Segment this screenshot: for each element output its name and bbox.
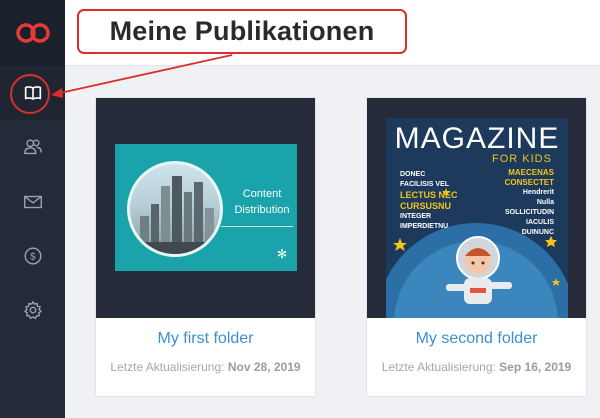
sidebar-item-settings[interactable]	[0, 283, 65, 337]
infinity-logo-icon	[15, 23, 50, 43]
magazine-subtitle: FOR KIDS	[492, 153, 552, 165]
cover-line: CURSUSNU	[400, 201, 452, 211]
cover-line: Content	[242, 188, 282, 200]
folder-card[interactable]: MAGAZINE FOR KIDS DONEC FACILISIS VEL LE…	[366, 97, 587, 397]
cover-line: FACILISIS VEL	[400, 181, 450, 188]
folder-updated: Letzte Aktualisierung: Nov 28, 2019	[96, 360, 315, 374]
cover-line: IACULIS	[526, 219, 554, 226]
updated-date: Sep 16, 2019	[499, 360, 572, 374]
cover-line: DONEC	[400, 171, 426, 178]
callout-label: Meine Publikationen	[109, 16, 375, 46]
cover-line: CONSECTET	[504, 178, 554, 187]
users-icon	[23, 139, 42, 155]
folder-title[interactable]: My first folder	[96, 330, 315, 348]
cover-line: Hendrerit	[522, 189, 554, 196]
folder-cover[interactable]: Content Distribution ✻	[96, 98, 315, 318]
gear-icon	[23, 301, 42, 320]
folder-updated: Letzte Aktualisierung: Sep 16, 2019	[367, 360, 586, 374]
dollar-icon: $	[24, 247, 41, 265]
folder-card[interactable]: Content Distribution ✻ My first folder L…	[95, 97, 316, 397]
cover-line: Distribution	[234, 204, 290, 216]
cover-line: LECTUS NEC	[400, 190, 458, 200]
publication-thumbnail: Content Distribution ✻	[115, 144, 297, 271]
annotation-callout: Meine Publikationen	[77, 9, 407, 54]
logo[interactable]	[0, 0, 65, 66]
folder-title[interactable]: My second folder	[367, 330, 586, 348]
city-image	[127, 161, 223, 257]
divider	[221, 226, 293, 227]
magazine-title: MAGAZINE	[394, 122, 560, 155]
cover-column-left: DONEC FACILISIS VEL LECTUS NEC CURSUSNU …	[400, 170, 458, 232]
updated-date: Nov 28, 2019	[227, 360, 301, 374]
cover-line: IMPERDIETNU	[400, 223, 449, 230]
highlight-ring	[10, 74, 50, 114]
cover-line: MAECENAS	[508, 168, 554, 177]
cover-line: INTEGER	[400, 213, 432, 220]
sidebar: $	[0, 0, 65, 418]
cover-column-right: MAECENAS CONSECTET Hendrerit Nulla SOLLI…	[505, 168, 554, 238]
svg-text:$: $	[29, 252, 35, 263]
cover-line: Nulla	[536, 199, 554, 206]
sidebar-item-billing[interactable]: $	[0, 229, 65, 283]
folder-cover[interactable]: MAGAZINE FOR KIDS DONEC FACILISIS VEL LE…	[367, 98, 586, 318]
updated-label: Letzte Aktualisierung:	[110, 360, 225, 374]
sidebar-item-messages[interactable]	[0, 175, 65, 229]
publication-thumbnail: MAGAZINE FOR KIDS DONEC FACILISIS VEL LE…	[386, 118, 568, 318]
snowflake-icon: ✻	[276, 247, 288, 261]
cover-line: DUINUNC	[521, 229, 554, 236]
cover-line: SOLLICITUDIN	[505, 209, 554, 216]
mail-icon	[23, 195, 42, 209]
sidebar-item-contacts[interactable]	[0, 120, 65, 174]
updated-label: Letzte Aktualisierung:	[381, 360, 496, 374]
cover-text: Content Distribution	[227, 186, 297, 218]
